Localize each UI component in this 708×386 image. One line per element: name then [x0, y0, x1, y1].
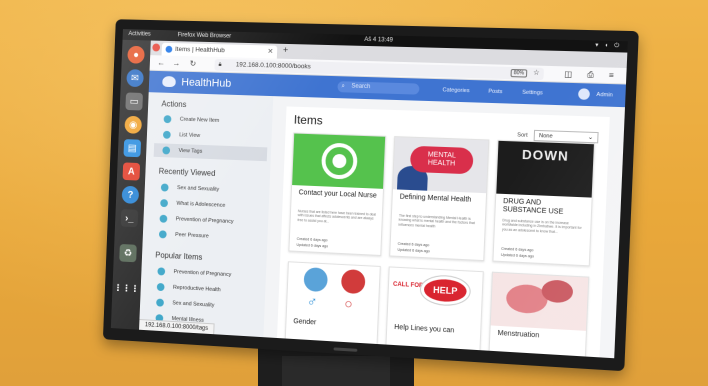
card-description: The first step to understanding Mental H…: [398, 213, 475, 229]
files-icon[interactable]: ▭: [125, 92, 143, 111]
clock[interactable]: Aš 4 13:49: [364, 35, 393, 47]
card-updated: Updated 6 days ago: [296, 242, 329, 249]
female-avatar-icon: [340, 269, 366, 295]
male-symbol-icon: ♂: [306, 293, 318, 310]
card-title[interactable]: Defining Mental Health: [400, 194, 480, 205]
card-title[interactable]: Help Lines you can: [394, 324, 474, 337]
window-close-icon[interactable]: [152, 43, 161, 52]
lock-icon: 🔒︎: [218, 61, 222, 68]
call-for-text: CALL FOR: [392, 281, 424, 290]
software-icon[interactable]: A: [122, 162, 141, 181]
card-title[interactable]: Gender: [293, 318, 371, 330]
app-grid-icon[interactable]: ⋮⋮⋮: [114, 279, 140, 297]
toolbar-icons[interactable]: ◫ ⎙ ≡: [564, 66, 620, 84]
page-title: Items: [293, 112, 323, 128]
card-description: Nurses that are listed here have been tr…: [297, 209, 376, 224]
item-card[interactable]: MENTAL HEALTH Defining Mental Health The …: [389, 136, 490, 262]
url-text: 192.168.0.100:8000/books: [235, 61, 311, 71]
recently-viewed-heading: Recently Viewed: [158, 166, 216, 178]
item-card[interactable]: Contact your Local Nurse Nurses that are…: [288, 132, 387, 256]
action-create-new-item[interactable]: Create New Item: [155, 112, 269, 130]
terminal-icon[interactable]: ›_: [120, 209, 139, 228]
drugs-image-text: DOWN: [521, 146, 570, 164]
card-title[interactable]: Menstruation: [497, 330, 579, 343]
chevron-down-icon: ⌄: [587, 134, 594, 142]
item-icon: [160, 199, 169, 208]
help-bubble: HELP: [420, 275, 471, 306]
list-icon: [162, 130, 171, 139]
item-card[interactable]: Menstruation: [488, 271, 590, 359]
card-updated: Updated 6 days ago: [500, 252, 535, 259]
item-icon: [160, 183, 169, 192]
healthhub-logo-icon: [162, 76, 176, 88]
thunderbird-icon[interactable]: ✉: [126, 69, 144, 88]
item-icon: [156, 298, 164, 307]
action-view-tags[interactable]: View Tags: [153, 143, 268, 162]
reload-icon[interactable]: ↻: [189, 56, 197, 72]
recent-item[interactable]: Peer Pressure: [150, 227, 264, 246]
nav-link-admin[interactable]: Admin: [596, 90, 613, 101]
item-icon: [157, 267, 166, 276]
nav-link-settings[interactable]: Settings: [522, 88, 543, 99]
trash-icon[interactable]: ♻: [119, 243, 137, 263]
menstruation-image: [490, 272, 589, 331]
item-icon: [158, 230, 167, 239]
rhythmbox-icon[interactable]: ◉: [124, 115, 143, 134]
system-tray[interactable]: ▾ ◖ ⏻: [595, 40, 621, 52]
actions-heading: Actions: [161, 99, 187, 110]
gender-image: ♂ ○: [286, 262, 380, 319]
help-icon[interactable]: ?: [121, 185, 140, 204]
forward-icon[interactable]: →: [172, 56, 180, 72]
mental-health-cloud: MENTAL HEALTH: [409, 145, 474, 175]
whatsapp-image: [292, 133, 386, 189]
bookmark-star-icon[interactable]: ☆: [533, 68, 540, 80]
card-description: Drug and substance use is on the increas…: [501, 218, 582, 234]
drugs-image: DOWN: [496, 140, 594, 198]
main-content: Items Sort None ⌄ Contact your Local Nur…: [263, 96, 625, 359]
search-input[interactable]: ⌕ Search: [337, 81, 420, 95]
items-panel: Items Sort None ⌄ Contact your Local Nur…: [277, 106, 610, 359]
item-icon: [156, 282, 165, 292]
monitor: Activities Firefox Web Browser Aš 4 13:4…: [102, 19, 639, 372]
sidebar: Actions Create New Item List View View T…: [139, 92, 274, 338]
firefox-icon[interactable]: ●: [127, 45, 145, 64]
plus-icon: [163, 115, 172, 124]
search-placeholder: Search: [351, 83, 371, 91]
search-icon: ⌕: [341, 83, 345, 90]
popular-items-heading: Popular Items: [155, 250, 203, 262]
card-updated: Updated 6 days ago: [397, 247, 430, 254]
female-symbol-icon: ○: [344, 295, 354, 312]
item-card[interactable]: ♂ ○ Gender: [284, 261, 381, 347]
writer-icon[interactable]: ▤: [123, 139, 142, 158]
new-tab-icon[interactable]: +: [283, 45, 289, 55]
item-card[interactable]: CALL FOR HELP Help Lines you can: [385, 266, 484, 353]
card-title[interactable]: DRUG AND SUBSTANCE USE: [503, 198, 586, 218]
action-list-view[interactable]: List View: [154, 128, 268, 146]
tag-icon: [162, 146, 171, 155]
browser-window: Items | HealthHub ✕ + ← → ↻ 🔒︎ 192.168.0…: [139, 40, 628, 359]
card-title[interactable]: Contact your Local Nurse: [298, 189, 377, 200]
male-avatar-icon: [303, 267, 329, 293]
sort-label: Sort: [517, 132, 528, 139]
item-card[interactable]: DOWN DRUG AND SUBSTANCE USE Drug and sub…: [492, 139, 596, 267]
zoom-level[interactable]: 80%: [510, 68, 528, 78]
brand-name[interactable]: HealthHub: [181, 75, 231, 92]
back-icon[interactable]: ←: [157, 55, 165, 71]
nav-link-posts[interactable]: Posts: [488, 87, 503, 98]
item-icon: [159, 214, 168, 223]
screen: Activities Firefox Web Browser Aš 4 13:4…: [110, 29, 628, 359]
tab-title: Items | HealthHub: [174, 46, 225, 55]
activities-button[interactable]: Activities: [128, 29, 151, 40]
favicon-icon: [165, 45, 173, 53]
tab-close-icon[interactable]: ✕: [267, 45, 273, 58]
mental-health-image: MENTAL HEALTH: [392, 137, 489, 194]
user-avatar-icon[interactable]: [578, 88, 590, 100]
help-image: CALL FOR HELP: [387, 267, 483, 325]
nav-link-categories[interactable]: Categories: [442, 85, 469, 96]
monitor-logo: [333, 347, 358, 352]
sort-value: None: [538, 133, 553, 140]
